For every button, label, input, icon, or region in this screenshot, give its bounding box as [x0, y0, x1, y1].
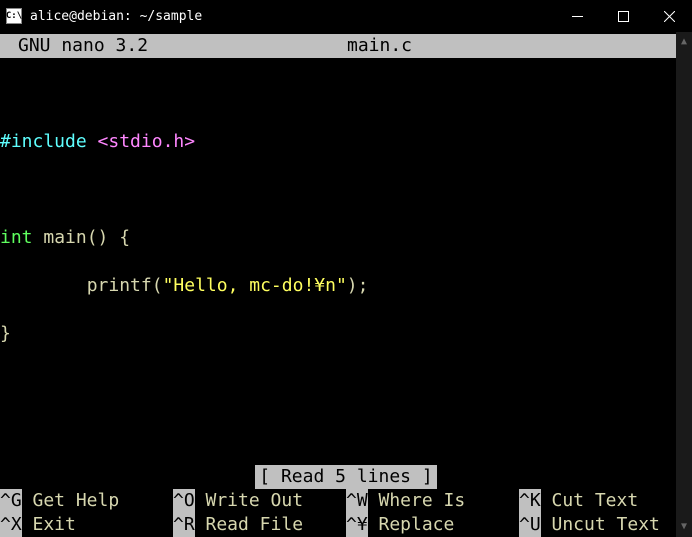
hotkey-write-out[interactable]: ^OWrite Out [173, 489, 346, 513]
code-printf-call: printf( [0, 275, 163, 296]
code-header: <stdio.h> [98, 131, 196, 152]
nano-hotkeys: ^GGet Help ^OWrite Out ^WWhere Is ^KCut … [0, 489, 692, 537]
code-printf-end: ); [347, 275, 369, 296]
nano-version: GNU nano 3.2 [0, 34, 347, 58]
terminal-area[interactable]: GNU nano 3.2 main.c #include <stdio.h> i… [0, 32, 692, 537]
close-button[interactable] [646, 0, 692, 32]
window-title: alice@debian: ~/sample [28, 9, 554, 24]
hotkey-get-help[interactable]: ^GGet Help [0, 489, 173, 513]
code-blank [0, 178, 692, 202]
hotkey-exit[interactable]: ^XExit [0, 513, 173, 537]
hotkey-replace[interactable]: ^¥Replace [346, 513, 519, 537]
code-preproc: #include [0, 131, 98, 152]
code-close-brace: } [0, 323, 11, 344]
window-root: alice@debian: ~/sample GNU nano 3.2 main… [0, 0, 692, 537]
hotkey-read-file[interactable]: ^RRead File [173, 513, 346, 537]
code-type: int [0, 227, 33, 248]
nano-status-line: [ Read 5 lines ] [0, 465, 692, 489]
code-main-sig: main() { [33, 227, 131, 248]
scroll-up-icon[interactable]: ▲ [676, 34, 692, 50]
hotkey-where-is[interactable]: ^WWhere Is [346, 489, 519, 513]
editor-content[interactable]: #include <stdio.h> int main() { printf("… [0, 58, 692, 465]
hotkey-uncut-text[interactable]: ^UUncut Text [519, 513, 692, 537]
minimize-button[interactable] [554, 0, 600, 32]
nano-status-text: [ Read 5 lines ] [255, 465, 436, 489]
nano-header: GNU nano 3.2 main.c [0, 34, 692, 58]
close-icon [664, 11, 675, 22]
hotkey-cut-text[interactable]: ^KCut Text [519, 489, 692, 513]
titlebar[interactable]: alice@debian: ~/sample [0, 0, 692, 32]
maximize-button[interactable] [600, 0, 646, 32]
scrollbar[interactable]: ▲ ▼ [676, 32, 692, 537]
nano-filename: main.c [347, 34, 676, 58]
maximize-icon [618, 11, 629, 22]
code-string-lit: "Hello, mc-do!¥n" [163, 275, 347, 296]
minimize-icon [572, 11, 583, 22]
scroll-down-icon[interactable]: ▼ [676, 519, 692, 535]
cmd-icon [6, 8, 22, 24]
